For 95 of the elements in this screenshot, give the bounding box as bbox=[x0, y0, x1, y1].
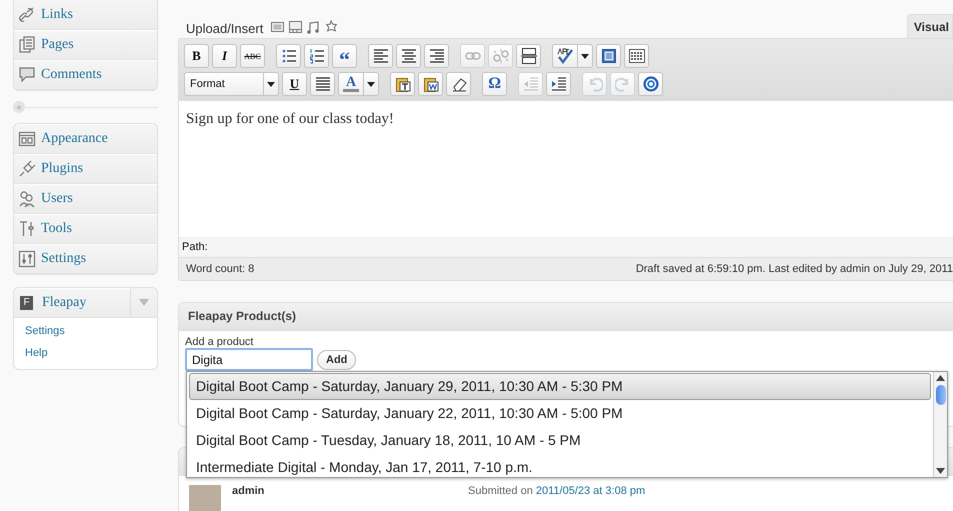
speech-bubble-icon bbox=[18, 66, 36, 84]
pages-icon bbox=[18, 36, 36, 54]
ul-button[interactable] bbox=[276, 44, 301, 68]
star-button[interactable] bbox=[324, 20, 338, 34]
menu-item[interactable]: Appearance bbox=[14, 124, 157, 154]
image-button[interactable] bbox=[270, 20, 284, 34]
field-label: Add a product bbox=[185, 336, 254, 348]
fullscreen-button[interactable] bbox=[596, 44, 621, 68]
caret-icon bbox=[267, 82, 275, 86]
film-icon bbox=[288, 20, 302, 34]
justify-button[interactable] bbox=[310, 72, 335, 96]
toolbar-grid-icon bbox=[628, 48, 644, 64]
music-note-icon bbox=[306, 20, 320, 34]
help-icon bbox=[642, 76, 659, 92]
up-arrow-icon bbox=[936, 375, 945, 381]
italic-button[interactable]: I bbox=[212, 44, 237, 68]
bold-button[interactable]: B bbox=[184, 44, 209, 68]
down-arrow-icon bbox=[936, 468, 945, 474]
spellcheck-button[interactable] bbox=[552, 44, 593, 68]
word-count: Word count: 8 bbox=[186, 262, 254, 277]
eraser-icon bbox=[450, 76, 467, 92]
text-color-button[interactable]: A bbox=[338, 72, 380, 96]
draft-status: Draft saved at 6:59:10 pm. Last edited by admin on July 29, 2011 bbox=[636, 262, 953, 277]
layout-icon bbox=[18, 130, 36, 148]
suggestion-item[interactable]: Digital Boot Camp - Tuesday, January 18, 2011, 10 AM - 5 PM bbox=[189, 427, 931, 454]
more-button[interactable] bbox=[516, 44, 541, 68]
align-center-icon bbox=[400, 48, 416, 64]
menu-item[interactable]: Settings bbox=[14, 244, 157, 274]
redo-icon bbox=[614, 76, 631, 92]
align-center-button[interactable] bbox=[396, 44, 421, 68]
menu-item[interactable]: Links bbox=[14, 0, 157, 30]
comment-author: admin bbox=[232, 485, 266, 497]
clipboard-icon bbox=[394, 76, 411, 92]
indent-icon bbox=[550, 76, 567, 92]
image-icon bbox=[270, 20, 284, 34]
add-button[interactable]: Add bbox=[317, 350, 356, 370]
outdent-icon bbox=[522, 76, 539, 92]
menu-item[interactable]: Users bbox=[14, 184, 157, 214]
star-icon bbox=[324, 20, 338, 34]
submenu-link[interactable]: Help bbox=[25, 344, 157, 366]
triangle-icon bbox=[139, 299, 149, 306]
sliders-icon bbox=[18, 250, 36, 268]
submitted-date: Submitted on 2011/05/23 at 3:08 pm bbox=[468, 485, 646, 497]
broken-chain-icon bbox=[492, 48, 508, 64]
align-right-button[interactable] bbox=[424, 44, 449, 68]
ol-button[interactable] bbox=[304, 44, 329, 68]
numbered-list-icon bbox=[308, 48, 324, 64]
bullet-list-icon bbox=[280, 48, 296, 64]
suggestion-item[interactable]: Intermediate Digital - Monday, Jan 17, 2011, 7-10 p.m. bbox=[189, 454, 931, 481]
menu-item[interactable]: Plugins bbox=[14, 154, 157, 184]
film-button[interactable] bbox=[288, 20, 302, 34]
chain-icon bbox=[18, 6, 36, 24]
path-label: Path: bbox=[182, 241, 208, 253]
clipboard-icon bbox=[422, 76, 439, 92]
scrollbar-thumb[interactable] bbox=[936, 385, 946, 405]
align-left-button[interactable] bbox=[368, 44, 393, 68]
window-icon bbox=[600, 48, 616, 64]
indent-button[interactable] bbox=[546, 72, 572, 96]
submenu-link[interactable]: Settings bbox=[25, 322, 157, 344]
plugin-logo: F bbox=[20, 296, 33, 310]
underline-button[interactable]: U bbox=[282, 72, 307, 96]
spellcheck-icon bbox=[557, 48, 573, 64]
menu-item[interactable]: Comments bbox=[14, 60, 157, 90]
menu-item[interactable]: Pages bbox=[14, 30, 157, 60]
menu-item[interactable]: Tools bbox=[14, 214, 157, 244]
paste-word-button[interactable] bbox=[418, 72, 444, 96]
help-button[interactable] bbox=[638, 72, 664, 96]
format-dropdown[interactable]: Format bbox=[184, 72, 279, 96]
paste-text-button[interactable] bbox=[390, 72, 416, 96]
music-note-button[interactable] bbox=[306, 20, 320, 34]
scrollbar[interactable] bbox=[933, 372, 947, 477]
product-input[interactable]: Digita bbox=[185, 348, 313, 371]
visual-tab[interactable]: Visual bbox=[906, 14, 953, 38]
caret-icon bbox=[581, 54, 589, 58]
expand-toggle[interactable] bbox=[131, 288, 157, 318]
caret-icon bbox=[367, 82, 376, 86]
align-left-icon bbox=[372, 48, 388, 64]
suggestion-item[interactable]: Digital Boot Camp - Saturday, January 22, 2011, 10:30 AM - 5:00 PM bbox=[189, 400, 931, 427]
tools-icon bbox=[18, 220, 36, 238]
justify-icon bbox=[314, 76, 330, 92]
menu-item[interactable]: F Fleapay bbox=[14, 288, 131, 318]
avatar-placeholder bbox=[189, 485, 221, 511]
align-right-icon bbox=[428, 48, 444, 64]
upload-label: Upload/Insert bbox=[186, 21, 264, 36]
omega-button[interactable]: Ω bbox=[482, 72, 508, 96]
page-break-icon bbox=[520, 48, 536, 64]
people-icon bbox=[18, 190, 36, 208]
date-link[interactable]: 2011/05/23 at 3:08 pm bbox=[536, 485, 646, 497]
quote-button[interactable]: “ bbox=[332, 44, 357, 68]
strike-button[interactable]: ABC bbox=[240, 44, 265, 68]
eraser-button[interactable] bbox=[446, 72, 472, 96]
plug-icon bbox=[18, 160, 36, 178]
suggestion-item[interactable]: Digital Boot Camp - Saturday, January 29, 2011, 10:30 AM - 5:30 PM bbox=[189, 373, 931, 400]
panel-title: Fleapay Product(s) bbox=[179, 303, 953, 331]
kitchen-button[interactable] bbox=[624, 44, 649, 68]
